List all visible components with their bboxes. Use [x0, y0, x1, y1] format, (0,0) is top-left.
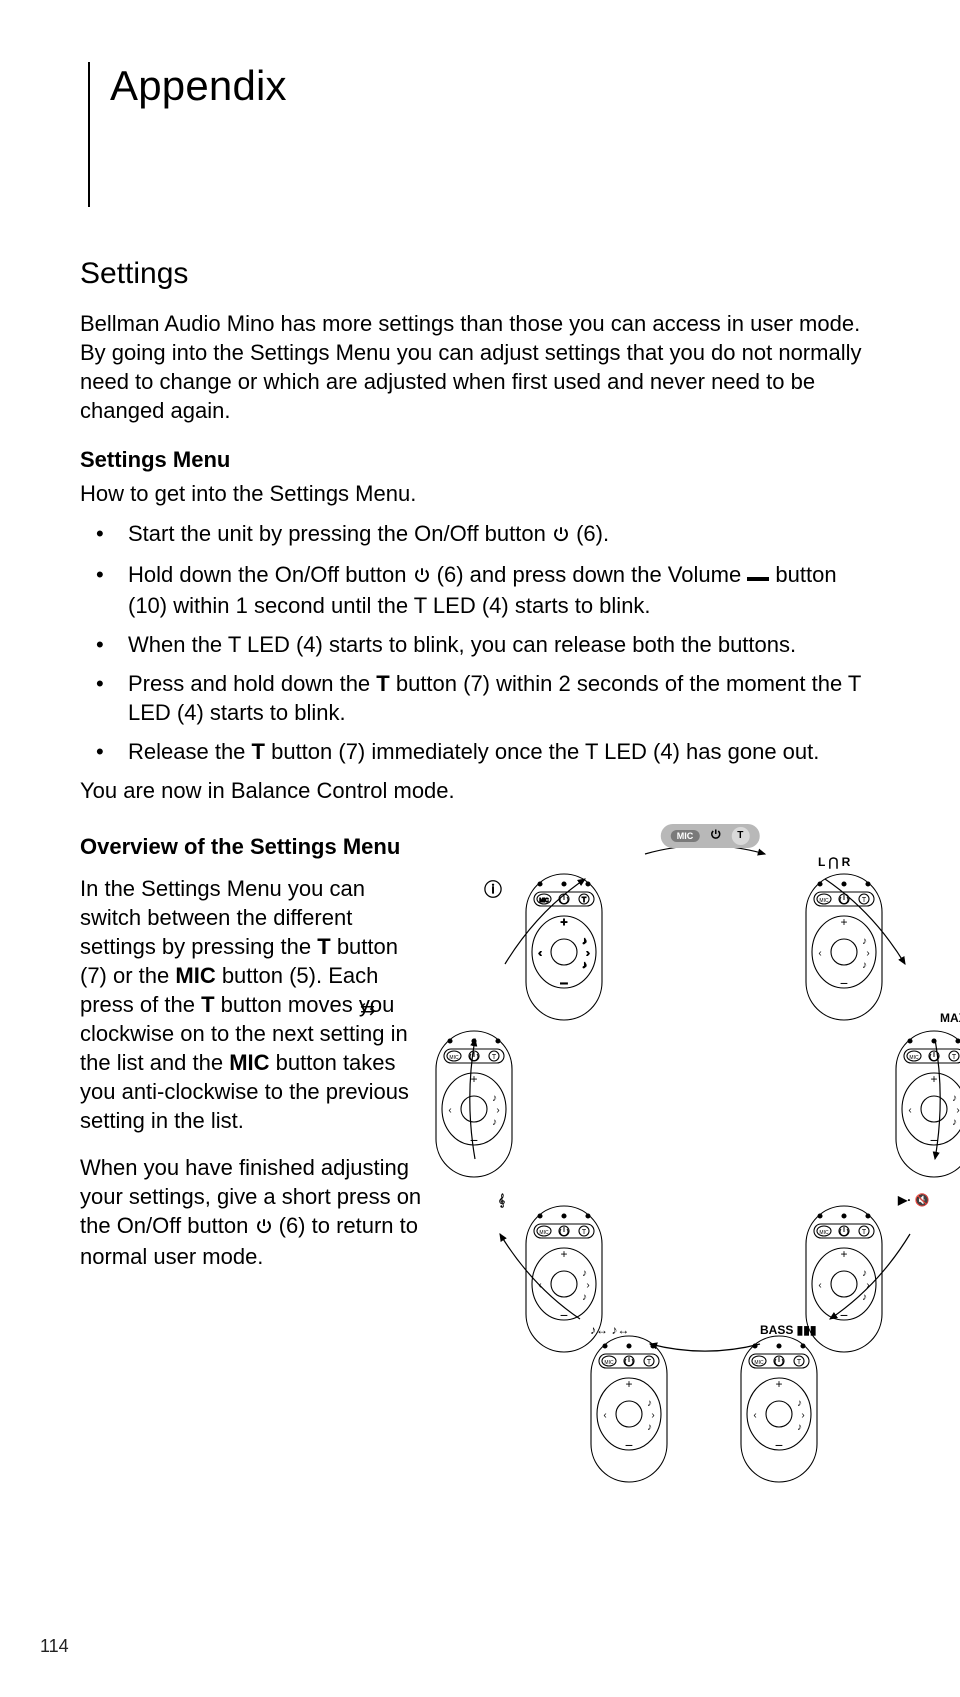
pill-mic-label: MIC [671, 830, 700, 842]
power-icon [552, 521, 570, 550]
instruction-item: Press and hold down the T button (7) wit… [80, 669, 880, 727]
svg-text:+: + [840, 1247, 847, 1261]
svg-text:♪: ♪ [952, 1093, 957, 1104]
overview-block: Overview of the Settings Menu In the Set… [80, 834, 880, 1271]
device-thumbnail: MIC T + − ‹ ›♪ ♪ [735, 1334, 823, 1484]
svg-text:MIC: MIC [604, 1360, 614, 1366]
svg-text:+: + [560, 915, 567, 929]
svg-text:MIC: MIC [819, 1230, 829, 1236]
svg-text:♪: ♪ [582, 936, 587, 947]
svg-text:›: › [496, 1105, 499, 1116]
intro-paragraph: Bellman Audio Mino has more settings tha… [80, 309, 880, 425]
svg-text:♪: ♪ [797, 1422, 802, 1433]
svg-text:+: + [560, 1247, 567, 1261]
balance-mode-line: You are now in Balance Control mode. [80, 776, 880, 806]
svg-text:T: T [582, 897, 587, 904]
svg-text:+: + [470, 1072, 477, 1086]
svg-text:MIC: MIC [909, 1055, 919, 1061]
svg-text:♪: ♪ [647, 1422, 652, 1433]
instruction-item: Release the T button (7) immediately onc… [80, 737, 880, 766]
svg-text:−: − [470, 1132, 478, 1148]
mute-label: ▶· 🔇 [898, 1194, 930, 1206]
svg-text:‹: ‹ [448, 1105, 451, 1116]
device-thumbnail: MIC T + − ‹ ›♪ ♪ [520, 872, 608, 1022]
svg-text:MIC: MIC [539, 898, 549, 904]
page-number: 114 [40, 1636, 69, 1657]
svg-text:−: − [930, 1132, 938, 1148]
svg-text:♪: ♪ [582, 960, 587, 971]
svg-text:T: T [492, 1054, 497, 1061]
pill-t-label: T [731, 827, 749, 845]
svg-text:‹: ‹ [753, 1410, 756, 1421]
svg-text:‹: ‹ [908, 1105, 911, 1116]
svg-text:+: + [625, 1377, 632, 1391]
svg-text:T: T [797, 1359, 802, 1366]
device-thumbnail: MIC T + − ‹ ›♪ ♪ [430, 1029, 518, 1179]
settings-menu-subtitle: How to get into the Settings Menu. [80, 479, 880, 509]
appendix-title: Appendix [110, 62, 880, 110]
svg-text:›: › [651, 1410, 654, 1421]
top-button-pill: MIC T [661, 824, 760, 848]
ear-label: 𝄞 [498, 1194, 505, 1206]
svg-text:›: › [586, 948, 589, 959]
svg-text:MIC: MIC [449, 1055, 459, 1061]
svg-text:T: T [862, 1229, 867, 1236]
svg-text:−: − [625, 1437, 633, 1453]
svg-text:−: − [775, 1437, 783, 1453]
svg-text:‹: ‹ [818, 1280, 821, 1291]
svg-text:›: › [956, 1105, 959, 1116]
svg-text:›: › [801, 1410, 804, 1421]
svg-text:−: − [560, 975, 568, 991]
bass-label: BASS ▮▮▮ [760, 1324, 816, 1336]
settings-menu-heading: Settings Menu [80, 447, 880, 473]
svg-text:♪: ♪ [862, 1292, 867, 1303]
title-block: Appendix [80, 62, 880, 207]
overview-text-column: In the Settings Menu you can switch betw… [80, 874, 430, 1271]
instruction-item: When the T LED (4) starts to blink, you … [80, 630, 880, 659]
overview-paragraph-2: When you have finished adjusting your se… [80, 1153, 430, 1271]
power-icon [413, 562, 431, 591]
svg-text:‹: ‹ [603, 1410, 606, 1421]
headphones-lr-label: L ⋂ R [818, 856, 850, 868]
device-thumbnail: MIC T + − ‹ ›♪ ♪ [890, 1029, 960, 1179]
svg-text:♪: ♪ [952, 1117, 957, 1128]
svg-text:‹: ‹ [538, 1280, 541, 1291]
device-thumbnail [800, 872, 888, 1022]
svg-text:MIC: MIC [539, 1230, 549, 1236]
svg-text:›: › [586, 1280, 589, 1291]
svg-text:−: − [560, 1307, 568, 1323]
svg-text:+: + [775, 1377, 782, 1391]
svg-text:›: › [866, 1280, 869, 1291]
settings-menu-diagram: MIC T ⓘ ⇆ MICT+−‹›♪♪ MICT+−‹›♪♪ MICT+−‹›… [430, 824, 960, 1484]
power-icon [255, 1213, 273, 1242]
svg-text:♪: ♪ [582, 1292, 587, 1303]
svg-text:♪: ♪ [492, 1117, 497, 1128]
minus-icon [747, 562, 769, 591]
svg-text:♪: ♪ [492, 1093, 497, 1104]
instruction-item: Hold down the On/Off button (6) and pres… [80, 560, 880, 620]
tone-label: ♪↔ ♪↔ [590, 1324, 629, 1336]
power-icon [709, 828, 721, 843]
svg-text:MIC: MIC [754, 1360, 764, 1366]
svg-text:−: − [840, 1307, 848, 1323]
svg-text:‹: ‹ [538, 948, 541, 959]
svg-text:♪: ♪ [647, 1398, 652, 1409]
svg-text:T: T [582, 1229, 587, 1236]
svg-text:♪: ♪ [862, 1268, 867, 1279]
svg-text:♪: ♪ [582, 1268, 587, 1279]
info-icon: ⓘ [484, 876, 502, 902]
instruction-list: Start the unit by pressing the On/Off bu… [80, 519, 880, 766]
svg-text:T: T [952, 1054, 957, 1061]
instruction-item: Start the unit by pressing the On/Off bu… [80, 519, 880, 550]
svg-text:♪: ♪ [797, 1398, 802, 1409]
section-heading: Settings [80, 257, 880, 291]
svg-text:T: T [647, 1359, 652, 1366]
swap-icon: ⇆ [360, 999, 375, 1020]
max-volume-label: MAX 🔊 [940, 1012, 960, 1024]
svg-text:+: + [930, 1072, 937, 1086]
device-thumbnail: MIC T + − ‹ ›♪ ♪ [585, 1334, 673, 1484]
overview-paragraph-1: In the Settings Menu you can switch betw… [80, 874, 430, 1135]
